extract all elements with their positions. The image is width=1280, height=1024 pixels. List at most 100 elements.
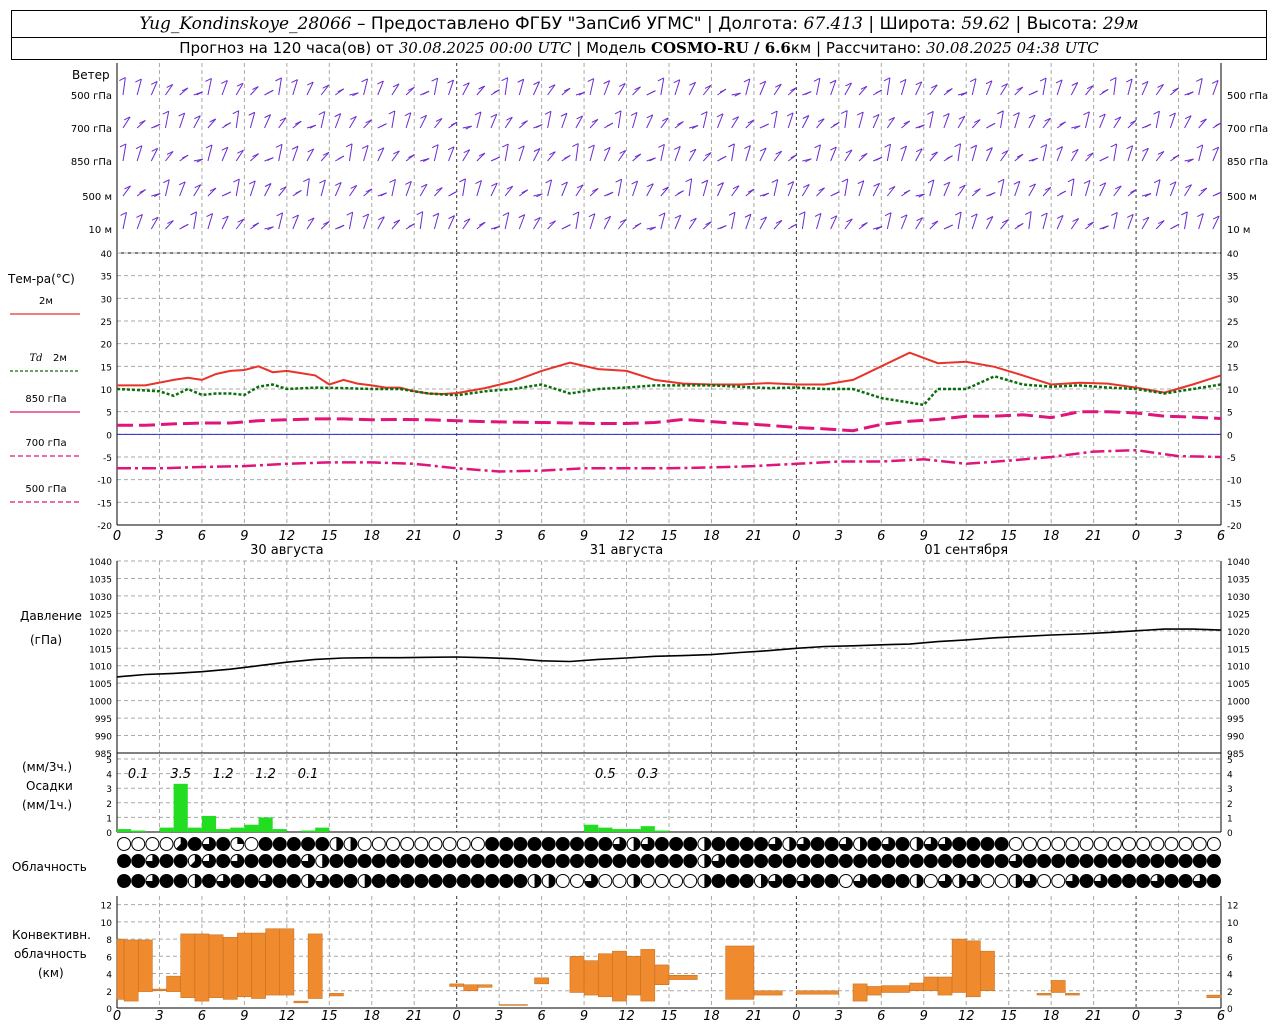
conv-xtick: 12 [279, 1009, 296, 1024]
cloud-circle [669, 874, 684, 888]
conv-bar [1050, 980, 1066, 993]
conv-bar [194, 933, 210, 1002]
wind-barb [1042, 212, 1048, 230]
wind-level-label: 500 гПа [71, 91, 112, 102]
cloud-fill [315, 837, 329, 851]
conv-bar [498, 1004, 528, 1006]
wind-barb-flag [182, 223, 189, 228]
wind-barb-flag [1017, 222, 1024, 227]
cloud-fill [669, 837, 683, 851]
cloud-fill [1179, 854, 1193, 868]
pres-ytick-right: 1015 [1227, 645, 1250, 655]
legend-label: 2м [39, 296, 53, 307]
cloud-fill [853, 854, 867, 868]
conv-ytick-right: 8 [1227, 936, 1233, 946]
cloud-fill [1136, 874, 1150, 888]
precip-bar [159, 827, 174, 832]
conv-ytick: 6 [106, 953, 112, 963]
conv-bar [725, 945, 755, 1000]
wind-barb-flag [614, 110, 622, 115]
cloud-circle [371, 837, 386, 851]
conv-bar [881, 985, 910, 993]
precip-bar [272, 829, 287, 832]
cloud-fill [542, 854, 556, 868]
conv-bar [668, 975, 698, 980]
cloud-fill [358, 854, 372, 868]
cloud-fill [350, 837, 358, 851]
wind-barb [1085, 152, 1094, 162]
temp-xtick: 15 [661, 529, 678, 544]
temp-ytick-right: -10 [1227, 477, 1242, 487]
precip-bar [315, 827, 330, 832]
wind-barb-flag [833, 121, 840, 126]
cloud-fill [627, 854, 641, 868]
conv-bar [449, 983, 465, 987]
conv-ytick: 12 [101, 902, 112, 912]
wind-barb-flag [295, 189, 302, 194]
conv-ytick-right: 4 [1227, 971, 1233, 981]
cloud-circle [244, 837, 259, 851]
wind-barb [702, 152, 712, 162]
cloud-fill [1051, 854, 1065, 868]
cloud-fill [704, 854, 711, 868]
cloud-fill [336, 837, 343, 851]
pres-ytick: 1040 [89, 558, 112, 568]
conv-bar [329, 993, 344, 997]
conv-bar [208, 934, 224, 998]
wind-barb [348, 143, 353, 162]
wind-barb [207, 78, 212, 96]
cloud-circle [555, 874, 570, 888]
conv-bar [1036, 993, 1052, 996]
conv-xtick: 15 [321, 1009, 338, 1024]
cloud-circle [400, 837, 415, 851]
precip-bar [301, 830, 316, 832]
wind-barb-flag [1109, 77, 1117, 82]
wind-barb [1014, 86, 1024, 96]
precip-bar [612, 829, 627, 832]
precip-bar [117, 829, 132, 832]
wind-barb [306, 178, 310, 197]
temp-xtick: 18 [1043, 529, 1060, 544]
wind-level-label-right: 850 гПа [1227, 157, 1268, 168]
precip-bar [258, 817, 273, 832]
cloud-fill [712, 874, 726, 888]
cloud-fill [414, 854, 428, 868]
cloud-fill [471, 854, 485, 868]
cloud-fill [704, 874, 711, 888]
conv-bar [477, 984, 493, 988]
wind-barb-flag [840, 110, 848, 115]
temp-xtick: 3 [1174, 529, 1182, 544]
wind-level-label: 500 м [82, 192, 112, 203]
wind-barb [207, 187, 217, 197]
wind-barb-flag [677, 190, 684, 195]
wind-barb [1155, 220, 1165, 230]
cloud-fill [308, 874, 315, 888]
temp-ytick-right: 40 [1227, 250, 1239, 260]
wind-barb [433, 78, 439, 96]
cloud-fill [1122, 854, 1136, 868]
conv-ytick-right: 12 [1227, 902, 1238, 912]
cloud-fill [1094, 854, 1108, 868]
cloud-fill [174, 854, 188, 868]
conv-bar [923, 976, 939, 992]
wind-barb [391, 179, 396, 197]
wind-barb-flag [224, 122, 231, 127]
temp-xtick: 3 [835, 529, 843, 544]
temp-xtick: 21 [1085, 529, 1102, 544]
wind-barb [886, 144, 892, 162]
temp-series-t700 [117, 448, 1222, 473]
cloud-fill [1023, 854, 1037, 868]
wind-barb-flag [1101, 88, 1109, 93]
cloud-fill [584, 837, 598, 851]
precip-bar [216, 829, 231, 832]
cloud-fill [789, 837, 796, 851]
wind-barb [164, 179, 170, 197]
wind-barb-flag [572, 143, 579, 148]
precip-ytick: 5 [106, 756, 112, 766]
cloud-fill [768, 854, 782, 868]
wind-barb [391, 219, 401, 230]
cloud-fill [443, 854, 457, 868]
cloud-fill [726, 837, 740, 851]
cloud-fill [471, 874, 485, 888]
pres-ytick: 1020 [89, 628, 112, 638]
